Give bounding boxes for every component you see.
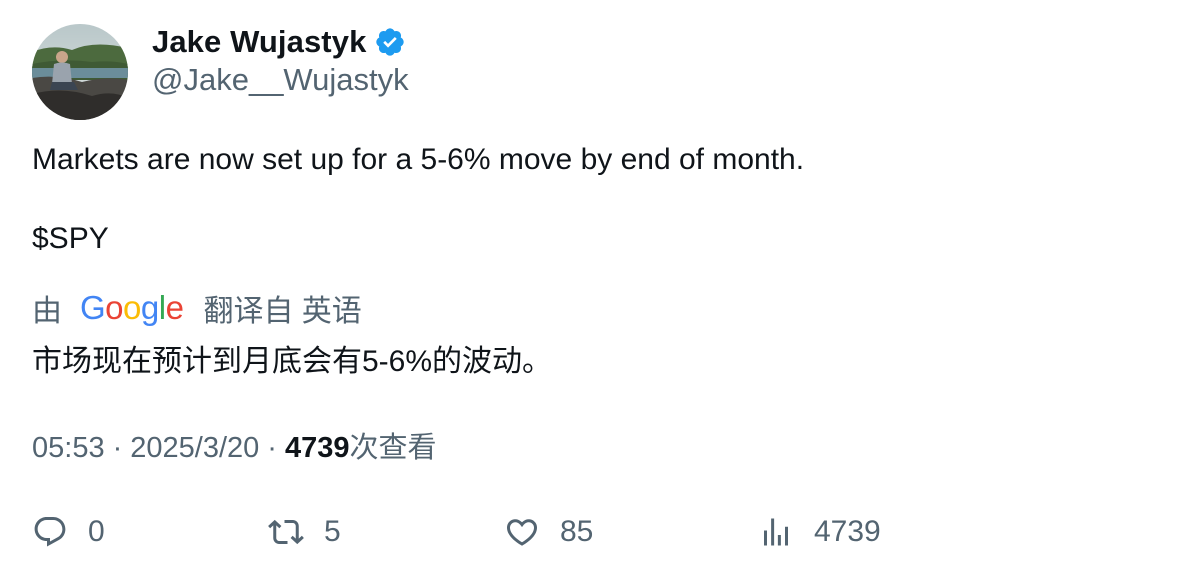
name-row: Jake Wujastyk: [152, 22, 406, 62]
tweet-ticker[interactable]: $SPY: [32, 222, 109, 256]
meta-separator: ·: [267, 432, 277, 464]
tweet-meta: 05:53 · 2025/3/20 · 4739 次查看: [32, 424, 436, 466]
retweet-count: 5: [324, 515, 341, 548]
meta-separator: ·: [112, 432, 123, 464]
views-button[interactable]: 4739: [758, 510, 881, 554]
reply-icon: [32, 514, 68, 550]
heart-icon: [504, 514, 540, 550]
tweet-time[interactable]: 05:53: [32, 432, 105, 465]
views-action-count: 4739: [814, 515, 881, 548]
avatar[interactable]: [32, 24, 128, 120]
views-label: 次查看: [349, 432, 437, 464]
like-count: 85: [560, 515, 594, 548]
reply-button[interactable]: 0: [32, 510, 105, 554]
google-logo[interactable]: Google: [80, 289, 184, 327]
translated-text: 市场现在预计到月底会有5-6%的波动。: [32, 345, 553, 378]
tweet-date[interactable]: 2025/3/20: [130, 432, 259, 465]
reply-count: 0: [88, 515, 105, 548]
avatar-photo: [32, 24, 128, 120]
translated-from-label: 翻译自 英语: [203, 295, 362, 328]
retweet-icon: [268, 514, 304, 550]
tweet-card: Jake Wujastyk @Jake__Wujastyk Markets ar…: [0, 0, 1196, 578]
author-handle[interactable]: @Jake__Wujastyk: [152, 62, 409, 98]
translation-attribution: 由 Google 翻译自 英语: [32, 288, 362, 328]
tweet-text-line: Markets are now set up for a 5-6% move b…: [32, 143, 805, 176]
translated-by-label: 由: [32, 295, 62, 328]
author-display-name[interactable]: Jake Wujastyk: [152, 24, 366, 60]
views-count: 4739: [284, 432, 350, 464]
retweet-button[interactable]: 5: [268, 510, 341, 554]
like-button[interactable]: 85: [504, 510, 593, 554]
verified-badge-icon: [374, 26, 406, 58]
analytics-icon: [758, 514, 794, 550]
